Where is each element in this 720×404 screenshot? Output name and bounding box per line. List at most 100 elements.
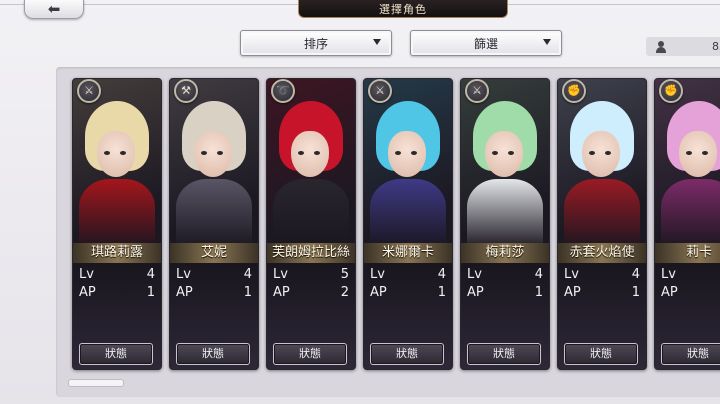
character-face (194, 131, 232, 177)
character-outfit (564, 179, 640, 249)
character-name: 艾妮 (170, 243, 258, 263)
level-value: 4 (146, 267, 155, 282)
level-label: Lv (176, 267, 191, 282)
character-eye (104, 151, 110, 155)
character-stats: Lv 5 AP 2 狀態 (267, 263, 355, 369)
back-button[interactable]: ⬅ (24, 0, 84, 19)
horizontal-scrollbar-thumb[interactable] (68, 379, 124, 387)
top-rule (82, 4, 298, 5)
character-card[interactable]: ⚒ 艾妮 Lv 4 AP 1 狀態 (169, 78, 259, 370)
sort-label: 排序 (303, 36, 328, 51)
sort-dropdown[interactable]: 排序 (240, 30, 392, 56)
character-face (582, 131, 620, 177)
level-label: Lv (661, 267, 676, 282)
level-row: Lv (661, 267, 720, 283)
character-stats: Lv 4 AP 1 狀態 (364, 263, 452, 369)
page-title: 選擇角色 (298, 0, 508, 18)
count-value: 83 (712, 40, 720, 53)
status-button[interactable]: 狀態 (176, 343, 250, 365)
character-stats: Lv 4 AP 1 狀態 (73, 263, 161, 369)
ap-value: 2 (340, 285, 349, 300)
ap-row: AP 2 (273, 285, 349, 301)
ap-label: AP (370, 285, 387, 300)
character-name: 芙朗姆拉比絲 (267, 243, 355, 263)
character-eye (298, 151, 304, 155)
level-row: Lv 4 (370, 267, 446, 283)
whip-icon: ➰ (271, 79, 295, 103)
ap-row: AP 1 (564, 285, 640, 301)
user-icon (655, 40, 666, 53)
filter-dropdown[interactable]: 篩選 (410, 30, 562, 56)
character-card[interactable]: ✊ 莉卡 Lv AP 狀態 (654, 78, 720, 370)
level-row: Lv 5 (273, 267, 349, 283)
character-face (97, 131, 135, 177)
level-row: Lv 4 (564, 267, 640, 283)
character-eye (492, 151, 498, 155)
character-eye (120, 151, 126, 155)
character-stats: Lv 4 AP 1 狀態 (461, 263, 549, 369)
character-card[interactable]: ⚔ 梅莉莎 Lv 4 AP 1 狀態 (460, 78, 550, 370)
character-count: 83 (646, 37, 720, 56)
character-name: 琪路莉露 (73, 243, 161, 263)
level-label: Lv (467, 267, 482, 282)
ap-label: AP (661, 285, 678, 300)
character-card[interactable]: ⚔ 琪路莉露 Lv 4 AP 1 狀態 (72, 78, 162, 370)
character-outfit (467, 179, 543, 249)
status-button[interactable]: 狀態 (661, 343, 720, 365)
character-name: 梅莉莎 (461, 243, 549, 263)
character-outfit (370, 179, 446, 249)
ap-value: 1 (631, 285, 640, 300)
character-name: 米娜爾卡 (364, 243, 452, 263)
level-value: 5 (340, 267, 349, 282)
character-eye (314, 151, 320, 155)
level-row: Lv 4 (467, 267, 543, 283)
horizontal-scrollbar-track[interactable] (68, 379, 718, 385)
filter-label: 篩選 (473, 36, 498, 51)
character-card[interactable]: ➰ 芙朗姆拉比絲 Lv 5 AP 2 狀態 (266, 78, 356, 370)
status-button[interactable]: 狀態 (79, 343, 153, 365)
character-face (485, 131, 523, 177)
character-eye (605, 151, 611, 155)
character-face (679, 131, 717, 177)
top-rule (0, 4, 24, 5)
ap-row: AP 1 (176, 285, 252, 301)
status-button[interactable]: 狀態 (370, 343, 444, 365)
character-eye (201, 151, 207, 155)
chevron-down-icon (543, 39, 551, 45)
level-value: 4 (437, 267, 446, 282)
status-button[interactable]: 狀態 (564, 343, 638, 365)
ap-label: AP (273, 285, 290, 300)
level-value: 4 (243, 267, 252, 282)
top-rule (506, 4, 720, 5)
character-portrait (73, 79, 161, 249)
character-outfit (176, 179, 252, 249)
status-button[interactable]: 狀態 (467, 343, 541, 365)
ap-label: AP (564, 285, 581, 300)
ap-value: 1 (243, 285, 252, 300)
character-name: 赤套火焰使 (558, 243, 646, 263)
character-face (291, 131, 329, 177)
level-label: Lv (79, 267, 94, 282)
ap-value: 1 (146, 285, 155, 300)
character-portrait (461, 79, 549, 249)
staff-icon: ⚒ (174, 79, 198, 103)
character-card[interactable]: ⚔ 米娜爾卡 Lv 4 AP 1 狀態 (363, 78, 453, 370)
character-portrait (267, 79, 355, 249)
fist-icon: ✊ (659, 79, 683, 103)
character-eye (508, 151, 514, 155)
character-outfit (661, 179, 720, 249)
sword-icon: ⚔ (368, 79, 392, 103)
status-button[interactable]: 狀態 (273, 343, 347, 365)
character-stats: Lv 4 AP 1 狀態 (558, 263, 646, 369)
sword-icon: ⚔ (77, 79, 101, 103)
ap-label: AP (176, 285, 193, 300)
character-eye (702, 151, 708, 155)
character-stats: Lv 4 AP 1 狀態 (170, 263, 258, 369)
chevron-down-icon (373, 39, 381, 45)
character-outfit (273, 179, 349, 249)
character-eye (411, 151, 417, 155)
character-card[interactable]: ✊ 赤套火焰使 Lv 4 AP 1 狀態 (557, 78, 647, 370)
back-arrow-icon: ⬅ (47, 0, 61, 18)
ap-label: AP (467, 285, 484, 300)
level-value: 4 (534, 267, 543, 282)
